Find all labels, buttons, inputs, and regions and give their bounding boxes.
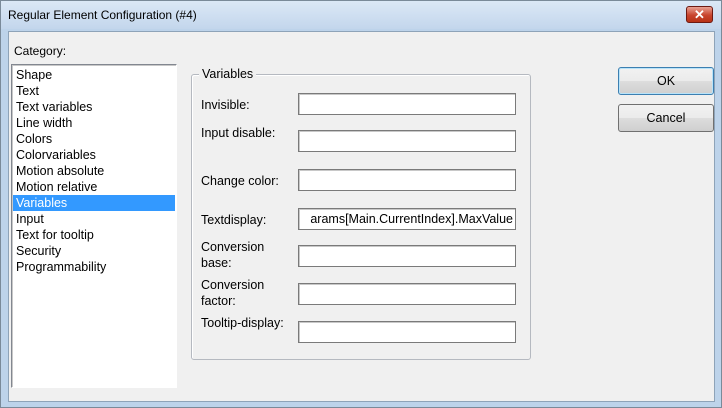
category-label: Category:: [14, 44, 67, 58]
conversion-factor-input[interactable]: [298, 283, 516, 305]
dialog-body: Category: Shape Text Text variables Line…: [8, 31, 715, 402]
title-bar[interactable]: Regular Element Configuration (#4) ✕: [1, 1, 721, 29]
change-color-label: Change color:: [201, 174, 279, 188]
close-button[interactable]: ✕: [686, 6, 713, 23]
ok-button[interactable]: OK: [618, 67, 714, 95]
category-item-text-for-tooltip[interactable]: Text for tooltip: [13, 227, 175, 243]
category-item-motion-relative[interactable]: Motion relative: [13, 179, 175, 195]
input-disable-label: Input disable:: [201, 126, 276, 140]
category-item-text[interactable]: Text: [13, 83, 175, 99]
conversion-base-input[interactable]: [298, 245, 516, 267]
category-item-motion-absolute[interactable]: Motion absolute: [13, 163, 175, 179]
category-item-line-width[interactable]: Line width: [13, 115, 175, 131]
category-item-security[interactable]: Security: [13, 243, 175, 259]
dialog-window: Regular Element Configuration (#4) ✕ Cat…: [0, 0, 722, 408]
window-title: Regular Element Configuration (#4): [8, 8, 197, 22]
conversion-base-label: Conversion base:: [201, 240, 265, 270]
category-item-colors[interactable]: Colors: [13, 131, 175, 147]
category-item-text-variables[interactable]: Text variables: [13, 99, 175, 115]
textdisplay-label: Textdisplay:: [201, 213, 267, 227]
category-item-input[interactable]: Input: [13, 211, 175, 227]
tooltip-display-label: Tooltip-display:: [201, 316, 284, 330]
category-item-colorvariables[interactable]: Colorvariables: [13, 147, 175, 163]
textdisplay-input[interactable]: arams[Main.CurrentIndex].MaxValue: [298, 208, 516, 230]
invisible-input[interactable]: [298, 93, 516, 115]
change-color-input[interactable]: [298, 169, 516, 191]
tooltip-display-input[interactable]: [298, 321, 516, 343]
category-item-shape[interactable]: Shape: [13, 67, 175, 83]
conversion-factor-label: Conversion factor:: [201, 278, 265, 308]
invisible-label: Invisible:: [201, 98, 250, 112]
cancel-button[interactable]: Cancel: [618, 104, 714, 132]
variables-group-title: Variables: [199, 67, 257, 81]
category-item-programmability[interactable]: Programmability: [13, 259, 175, 275]
close-icon: ✕: [694, 7, 705, 22]
category-list[interactable]: Shape Text Text variables Line width Col…: [11, 64, 177, 388]
input-disable-input[interactable]: [298, 130, 516, 152]
category-item-variables[interactable]: Variables: [13, 195, 175, 211]
